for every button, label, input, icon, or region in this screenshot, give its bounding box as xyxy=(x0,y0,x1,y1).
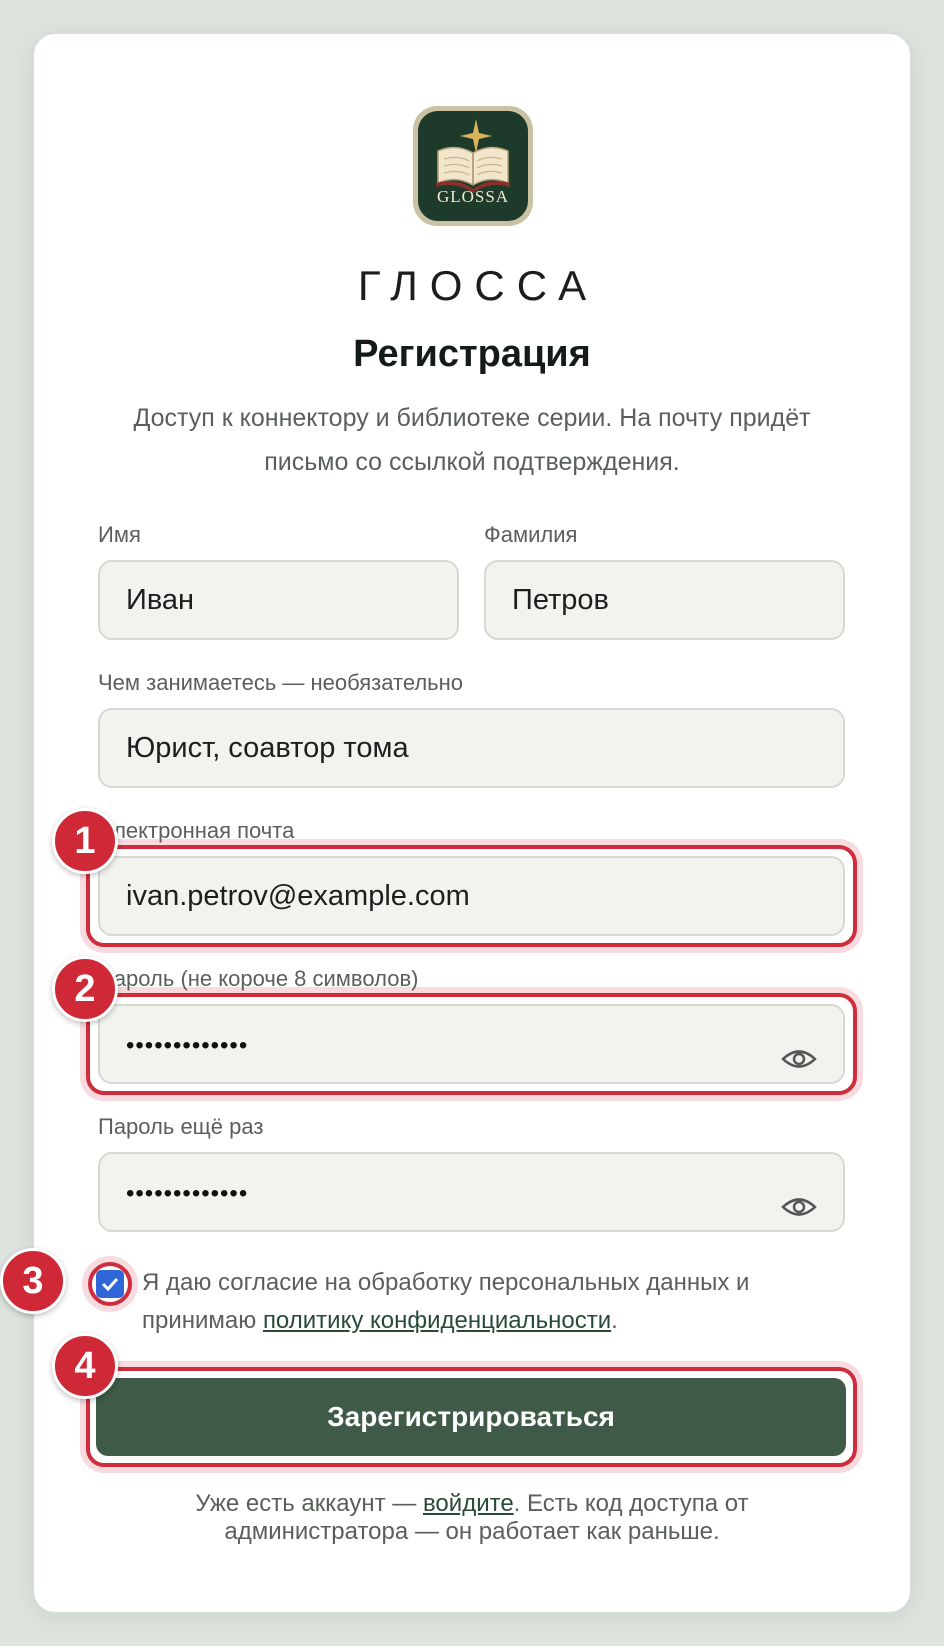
first-name-input[interactable]: Иван xyxy=(98,560,459,640)
page-title: Регистрация xyxy=(353,333,591,375)
occupation-value: Юрист, соавтор тома xyxy=(126,731,409,764)
eye-icon[interactable] xyxy=(781,1046,817,1072)
password-value: ••••••••••••• xyxy=(126,1032,249,1059)
occupation-input[interactable]: Юрист, соавтор тома xyxy=(98,708,845,788)
annotation-badge-2: 2 xyxy=(52,956,118,1022)
eye-icon[interactable] xyxy=(781,1194,817,1220)
occupation-label: Чем занимаетесь — необязательно xyxy=(98,670,464,695)
checkmark-icon xyxy=(101,1277,119,1292)
password-repeat-value: ••••••••••••• xyxy=(126,1180,249,1207)
password-input[interactable]: ••••••••••••• xyxy=(98,1004,845,1084)
page-subtitle: Доступ к коннектору и библиотеке серии. … xyxy=(133,404,811,476)
first-name-value: Иван xyxy=(126,583,195,616)
register-button[interactable]: Зарегистрироваться xyxy=(96,1378,846,1456)
brand-name: ГЛОССА xyxy=(357,262,599,309)
last-name-value: Петров xyxy=(512,583,609,616)
last-name-label: Фамилия xyxy=(484,522,578,547)
consent-text-after: . xyxy=(611,1307,618,1334)
password-label: Пароль (не короче 8 символов) xyxy=(98,966,419,991)
annotation-badge-1: 1 xyxy=(52,808,118,874)
last-name-input[interactable]: Петров xyxy=(484,560,845,640)
password-repeat-label: Пароль ещё раз xyxy=(98,1114,264,1139)
email-label: Электронная почта xyxy=(98,818,295,843)
logo-text: GLOSSA xyxy=(436,187,510,206)
footer-text: Уже есть аккаунт — войдите. Есть код дос… xyxy=(120,1490,824,1546)
annotation-badge-3: 3 xyxy=(0,1248,66,1314)
footer-text-before: Уже есть аккаунт — xyxy=(195,1490,423,1517)
first-name-label: Имя xyxy=(98,522,141,547)
email-value: ivan.petrov@example.com xyxy=(126,879,470,912)
email-input[interactable]: ivan.petrov@example.com xyxy=(98,856,845,936)
consent-checkbox[interactable] xyxy=(96,1270,124,1298)
password-repeat-input[interactable]: ••••••••••••• xyxy=(98,1152,845,1232)
login-link[interactable]: войдите xyxy=(423,1490,514,1517)
consent-text: Я даю согласие на обработку персональных… xyxy=(142,1264,822,1340)
annotation-badge-4: 4 xyxy=(52,1333,118,1399)
privacy-policy-link[interactable]: политику конфиденциальности xyxy=(263,1307,611,1334)
glossa-logo: GLOSSA xyxy=(413,106,533,226)
